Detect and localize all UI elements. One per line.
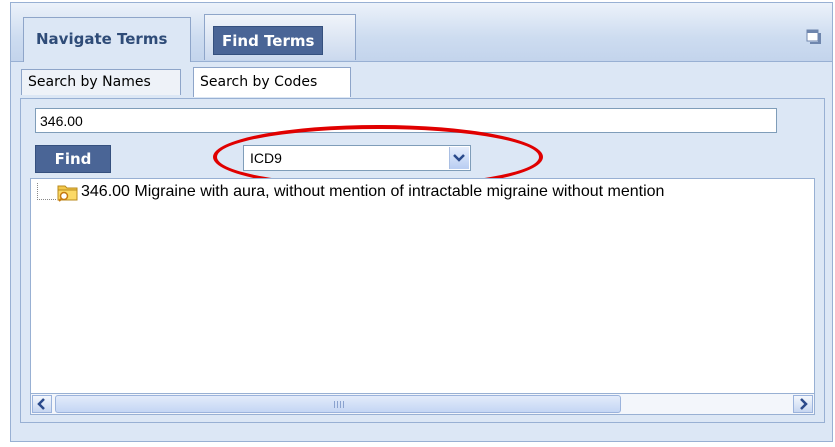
tab-search-by-codes[interactable]: Search by Codes xyxy=(193,67,351,97)
search-by-codes-content: Find ICD9 346.00 Migraine with aura, wit… xyxy=(20,98,825,423)
restore-window-icon[interactable] xyxy=(806,29,822,45)
tree-node-label: 346.00 Migraine with aura, without menti… xyxy=(81,183,665,200)
results-tree[interactable]: 346.00 Migraine with aura, without menti… xyxy=(30,178,815,393)
code-system-selected-value: ICD9 xyxy=(250,150,282,166)
horizontal-scrollbar[interactable] xyxy=(30,393,815,415)
arrow-right-icon xyxy=(800,398,808,410)
dropdown-arrow[interactable] xyxy=(449,147,469,169)
folder-search-icon xyxy=(57,185,78,202)
scroll-left-button[interactable] xyxy=(32,395,52,413)
scroll-right-button[interactable] xyxy=(793,395,813,413)
term-browser-panel: Navigate Terms Find Terms Search by Name… xyxy=(10,2,833,442)
tab-search-by-names[interactable]: Search by Names xyxy=(21,69,181,95)
tab-navigate-terms-label: Navigate Terms xyxy=(36,30,168,48)
code-search-input[interactable] xyxy=(35,108,777,133)
tree-connector xyxy=(37,183,56,200)
tab-find-terms[interactable]: Find Terms xyxy=(204,14,356,60)
tab-find-terms-label: Find Terms xyxy=(213,26,324,55)
tab-search-by-names-label: Search by Names xyxy=(28,74,151,90)
inner-tabbar: Search by Names Search by Codes xyxy=(21,65,821,97)
scroll-grip xyxy=(334,401,344,408)
outer-tabbar: Navigate Terms Find Terms xyxy=(11,3,832,62)
scroll-thumb[interactable] xyxy=(55,395,621,413)
tab-navigate-terms[interactable]: Navigate Terms xyxy=(23,17,191,62)
arrow-left-icon xyxy=(37,398,45,410)
find-button[interactable]: Find xyxy=(35,145,111,173)
chevron-down-icon xyxy=(453,154,465,162)
code-system-select[interactable]: ICD9 xyxy=(243,145,471,171)
tab-search-by-codes-label: Search by Codes xyxy=(200,74,318,90)
